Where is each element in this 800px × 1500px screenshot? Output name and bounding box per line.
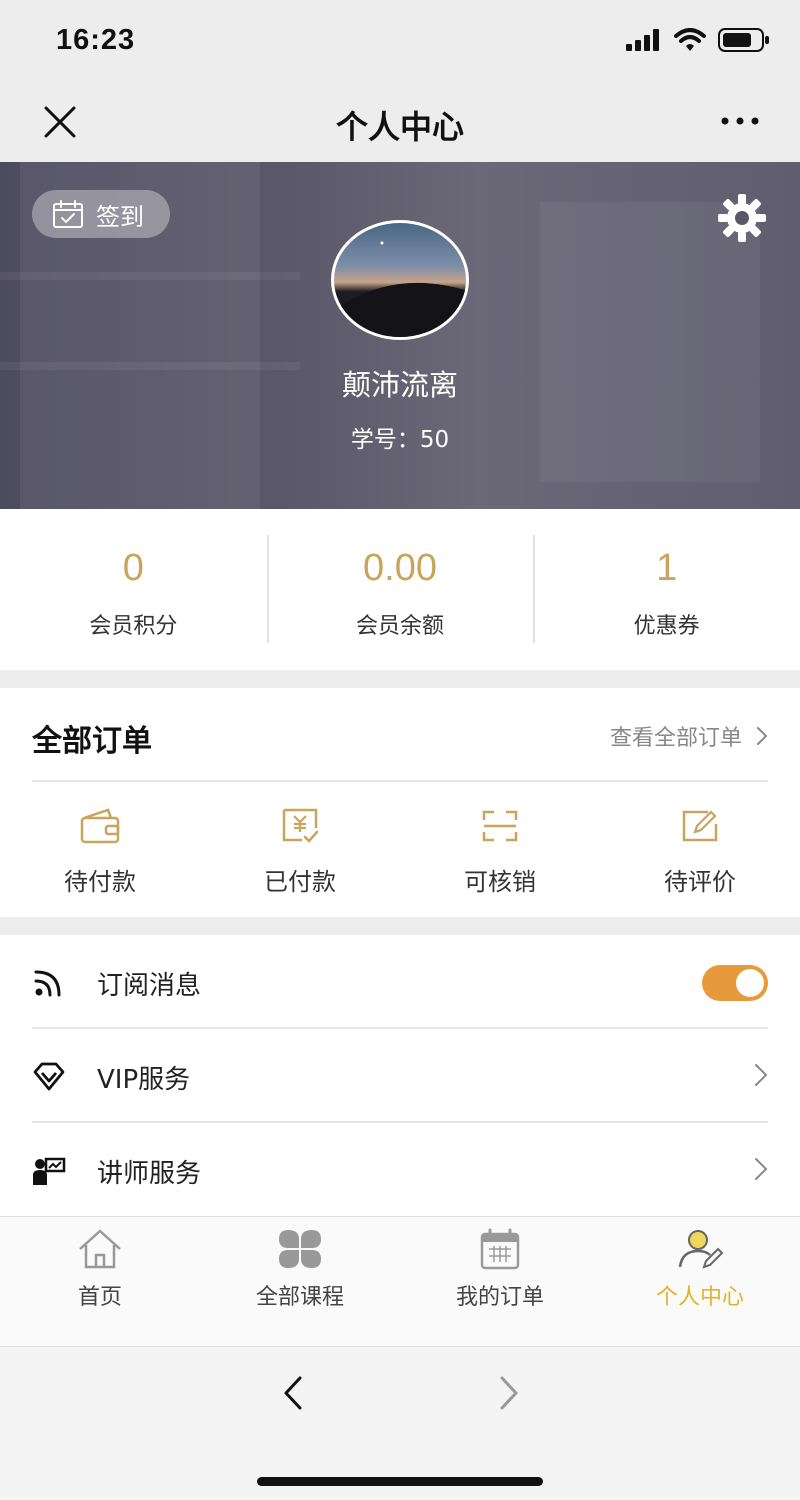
view-all-orders-link[interactable]: 查看全部订单 [610,720,768,752]
lecturer-icon [33,1157,66,1185]
orders-section: 全部订单 查看全部订单 待付款 已付款 可核销 待评价 [0,688,800,917]
tab-all-courses[interactable]: 全部课程 [200,1217,400,1346]
divider [32,780,768,782]
more-icon[interactable] [720,106,760,136]
tab-label: 全部课程 [255,1285,344,1310]
order-status-list: 待付款 已付款 可核销 待评价 [0,796,800,897]
chevron-right-icon [755,1064,768,1086]
stat-coupons[interactable]: 1 优惠券 [533,509,800,670]
home-indicator [257,1477,543,1486]
tab-label: 我的订单 [455,1285,544,1310]
calendar-check-icon [53,200,83,228]
clover-icon [279,1230,321,1268]
tab-home[interactable]: 首页 [0,1217,200,1346]
status-bar: 16:23 [0,0,800,84]
checkin-button[interactable]: 签到 [32,190,170,238]
username: 颠沛流离 [341,368,458,402]
tab-profile[interactable]: 个人中心 [600,1217,800,1346]
stat-value: 0.00 [363,547,437,589]
paid-receipt-icon [282,808,319,843]
order-status-label: 已付款 [264,868,336,896]
menu-item-label: VIP服务 [97,1065,191,1095]
nav-bar: 个人中心 [0,84,800,162]
avatar-image [334,241,466,337]
stat-value: 0 [122,547,144,589]
signal-icon [626,29,659,51]
stat-label: 会员积分 [89,614,178,639]
subscription-toggle[interactable] [702,965,768,1001]
background-shelf [0,272,300,280]
order-status-unpaid[interactable]: 待付款 [0,796,200,897]
scan-icon [482,810,518,842]
back-arrow-icon[interactable] [278,1375,308,1411]
user-edit-icon [678,1230,724,1269]
chevron-right-icon [757,727,768,745]
student-id: 学号：50 [350,427,450,453]
stat-points[interactable]: 0 会员积分 [0,509,267,670]
page-title: 个人中心 [335,108,464,146]
order-status-paid[interactable]: 已付款 [200,796,400,897]
member-stats: 0 会员积分 0.00 会员余额 1 优惠券 [0,509,800,670]
orders-title: 全部订单 [32,724,152,759]
stat-value: 1 [656,547,678,589]
browser-toolbar [0,1346,800,1500]
wallet-icon [80,808,120,844]
chevron-right-icon [755,1158,768,1180]
checkin-label: 签到 [96,202,144,231]
diamond-icon [33,1062,65,1091]
stat-label: 会员余额 [356,614,445,639]
forward-arrow-icon[interactable] [494,1375,524,1411]
tab-label: 首页 [77,1285,122,1310]
calendar-icon [480,1228,520,1270]
menu-item-label: 讲师服务 [97,1159,202,1189]
status-icons [626,28,770,52]
home-icon [79,1229,121,1269]
menu-item-vip[interactable]: VIP服务 [0,1029,800,1123]
profile-header: 签到 颠沛流离 学号：50 [0,162,800,509]
tab-bar: 首页 全部课程 我的订单 个人中心 [0,1216,800,1346]
stat-balance[interactable]: 0.00 会员余额 [266,509,534,670]
tab-label: 个人中心 [655,1285,744,1310]
order-status-to-review[interactable]: 待评价 [600,796,800,897]
menu-item-label: 订阅消息 [97,971,202,1001]
tab-my-orders[interactable]: 我的订单 [400,1217,600,1346]
order-status-label: 待付款 [64,868,136,896]
stat-label: 优惠券 [633,614,700,639]
service-menu: 订阅消息 VIP服务 讲师服务 [0,935,800,1216]
order-status-label: 可核销 [464,868,536,896]
wifi-icon [674,28,706,51]
menu-item-subscription[interactable]: 订阅消息 [0,935,800,1029]
toggle-knob [736,969,764,997]
avatar[interactable] [331,220,469,340]
order-status-redeemable[interactable]: 可核销 [400,796,600,897]
status-time: 16:23 [56,24,136,56]
rss-icon [34,970,61,997]
battery-icon [718,28,769,52]
view-all-orders-label: 查看全部订单 [609,726,742,751]
order-status-label: 待评价 [664,868,736,896]
gear-icon[interactable] [716,192,768,244]
menu-item-lecturer[interactable]: 讲师服务 [0,1123,800,1217]
edit-review-icon [682,810,718,842]
